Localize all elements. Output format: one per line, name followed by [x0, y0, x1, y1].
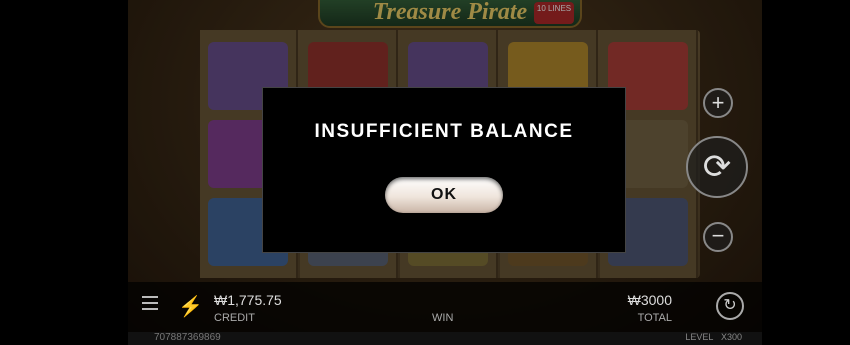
bottom-bar: ⚡ ₩1,775.75 CREDIT WIN ₩3000 TOTAL ↻ [128, 282, 762, 332]
level-readout: LEVEL X300 [685, 332, 742, 342]
autoplay-icon[interactable]: ↻ [716, 292, 744, 320]
spin-icon[interactable]: ⟳ [686, 136, 748, 198]
credit-value: ₩1,775.75 [214, 292, 282, 308]
dialog-message: INSUFFICIENT BALANCE [314, 121, 574, 142]
level-label: LEVEL [685, 332, 714, 342]
footer: 707887369869 LEVEL X300 [128, 332, 762, 345]
lightning-icon[interactable]: ⚡ [178, 294, 203, 319]
menu-icon[interactable] [142, 296, 158, 310]
session-id: 707887369869 [154, 332, 221, 343]
plus-icon[interactable]: + [703, 88, 733, 118]
win-label: WIN [432, 312, 454, 324]
credit-label: CREDIT [214, 312, 255, 324]
total-value: ₩3000 [627, 292, 672, 308]
insufficient-balance-dialog: INSUFFICIENT BALANCE OK [262, 87, 626, 253]
ok-button[interactable]: OK [385, 177, 503, 213]
level-value: X300 [720, 332, 742, 342]
minus-icon[interactable]: − [703, 222, 733, 252]
total-label: TOTAL [637, 312, 672, 324]
